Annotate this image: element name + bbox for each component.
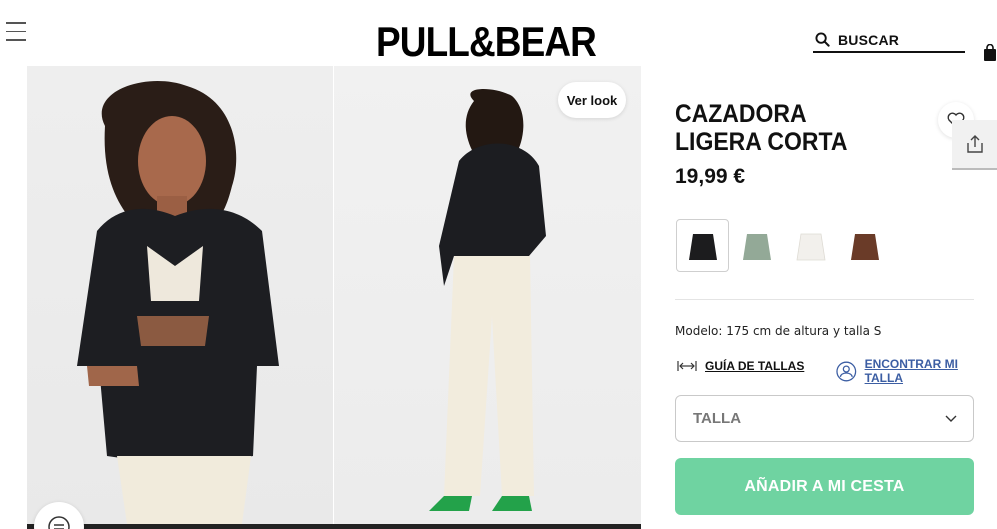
divider bbox=[675, 299, 974, 300]
brand-logo[interactable]: PULL&BEAR bbox=[376, 20, 597, 64]
size-guide-link[interactable]: GUÍA DE TALLAS bbox=[677, 359, 804, 373]
search-icon bbox=[815, 32, 830, 47]
ruler-icon bbox=[677, 361, 697, 371]
jacket-brown-thumb bbox=[850, 233, 879, 260]
chat-icon bbox=[48, 516, 70, 529]
share-button[interactable] bbox=[952, 120, 997, 170]
color-swatches bbox=[676, 219, 891, 272]
add-to-cart-button[interactable]: AÑADIR A MI CESTA bbox=[675, 458, 974, 515]
search-bar[interactable] bbox=[813, 28, 965, 53]
add-to-cart-label: AÑADIR A MI CESTA bbox=[744, 477, 905, 495]
search-input[interactable] bbox=[838, 31, 958, 48]
color-swatch-brown[interactable] bbox=[838, 219, 891, 272]
find-my-size-link[interactable]: ENCONTRAR MI TALLA bbox=[836, 357, 997, 385]
menu-icon[interactable] bbox=[6, 22, 26, 42]
chat-button[interactable] bbox=[34, 502, 84, 529]
jacket-green-thumb bbox=[742, 233, 771, 260]
find-my-size-label[interactable]: ENCONTRAR MI TALLA bbox=[865, 357, 997, 385]
chevron-down-icon bbox=[945, 415, 957, 422]
product-title: CAZADORA LIGERA CORTA bbox=[675, 100, 848, 156]
color-swatch-green[interactable] bbox=[730, 219, 783, 272]
shopping-bag-icon[interactable] bbox=[983, 44, 997, 62]
product-photo-front[interactable] bbox=[27, 66, 333, 524]
ver-look-button[interactable]: Ver look bbox=[558, 82, 626, 118]
gallery-bottom-strip bbox=[27, 524, 641, 529]
share-icon bbox=[966, 135, 983, 153]
product-photo-back[interactable] bbox=[334, 66, 641, 524]
product-price: 19,99 € bbox=[675, 165, 746, 188]
color-swatch-black[interactable] bbox=[676, 219, 729, 272]
size-select-placeholder: TALLA bbox=[693, 410, 742, 427]
size-guide-label[interactable]: GUÍA DE TALLAS bbox=[705, 359, 804, 373]
jacket-black-thumb bbox=[688, 233, 717, 260]
size-select[interactable]: TALLA bbox=[675, 395, 974, 442]
person-icon bbox=[836, 361, 857, 381]
model-info: Modelo: 175 cm de altura y talla S bbox=[675, 324, 882, 338]
color-swatch-white[interactable] bbox=[784, 219, 837, 272]
jacket-white-thumb bbox=[796, 233, 825, 260]
